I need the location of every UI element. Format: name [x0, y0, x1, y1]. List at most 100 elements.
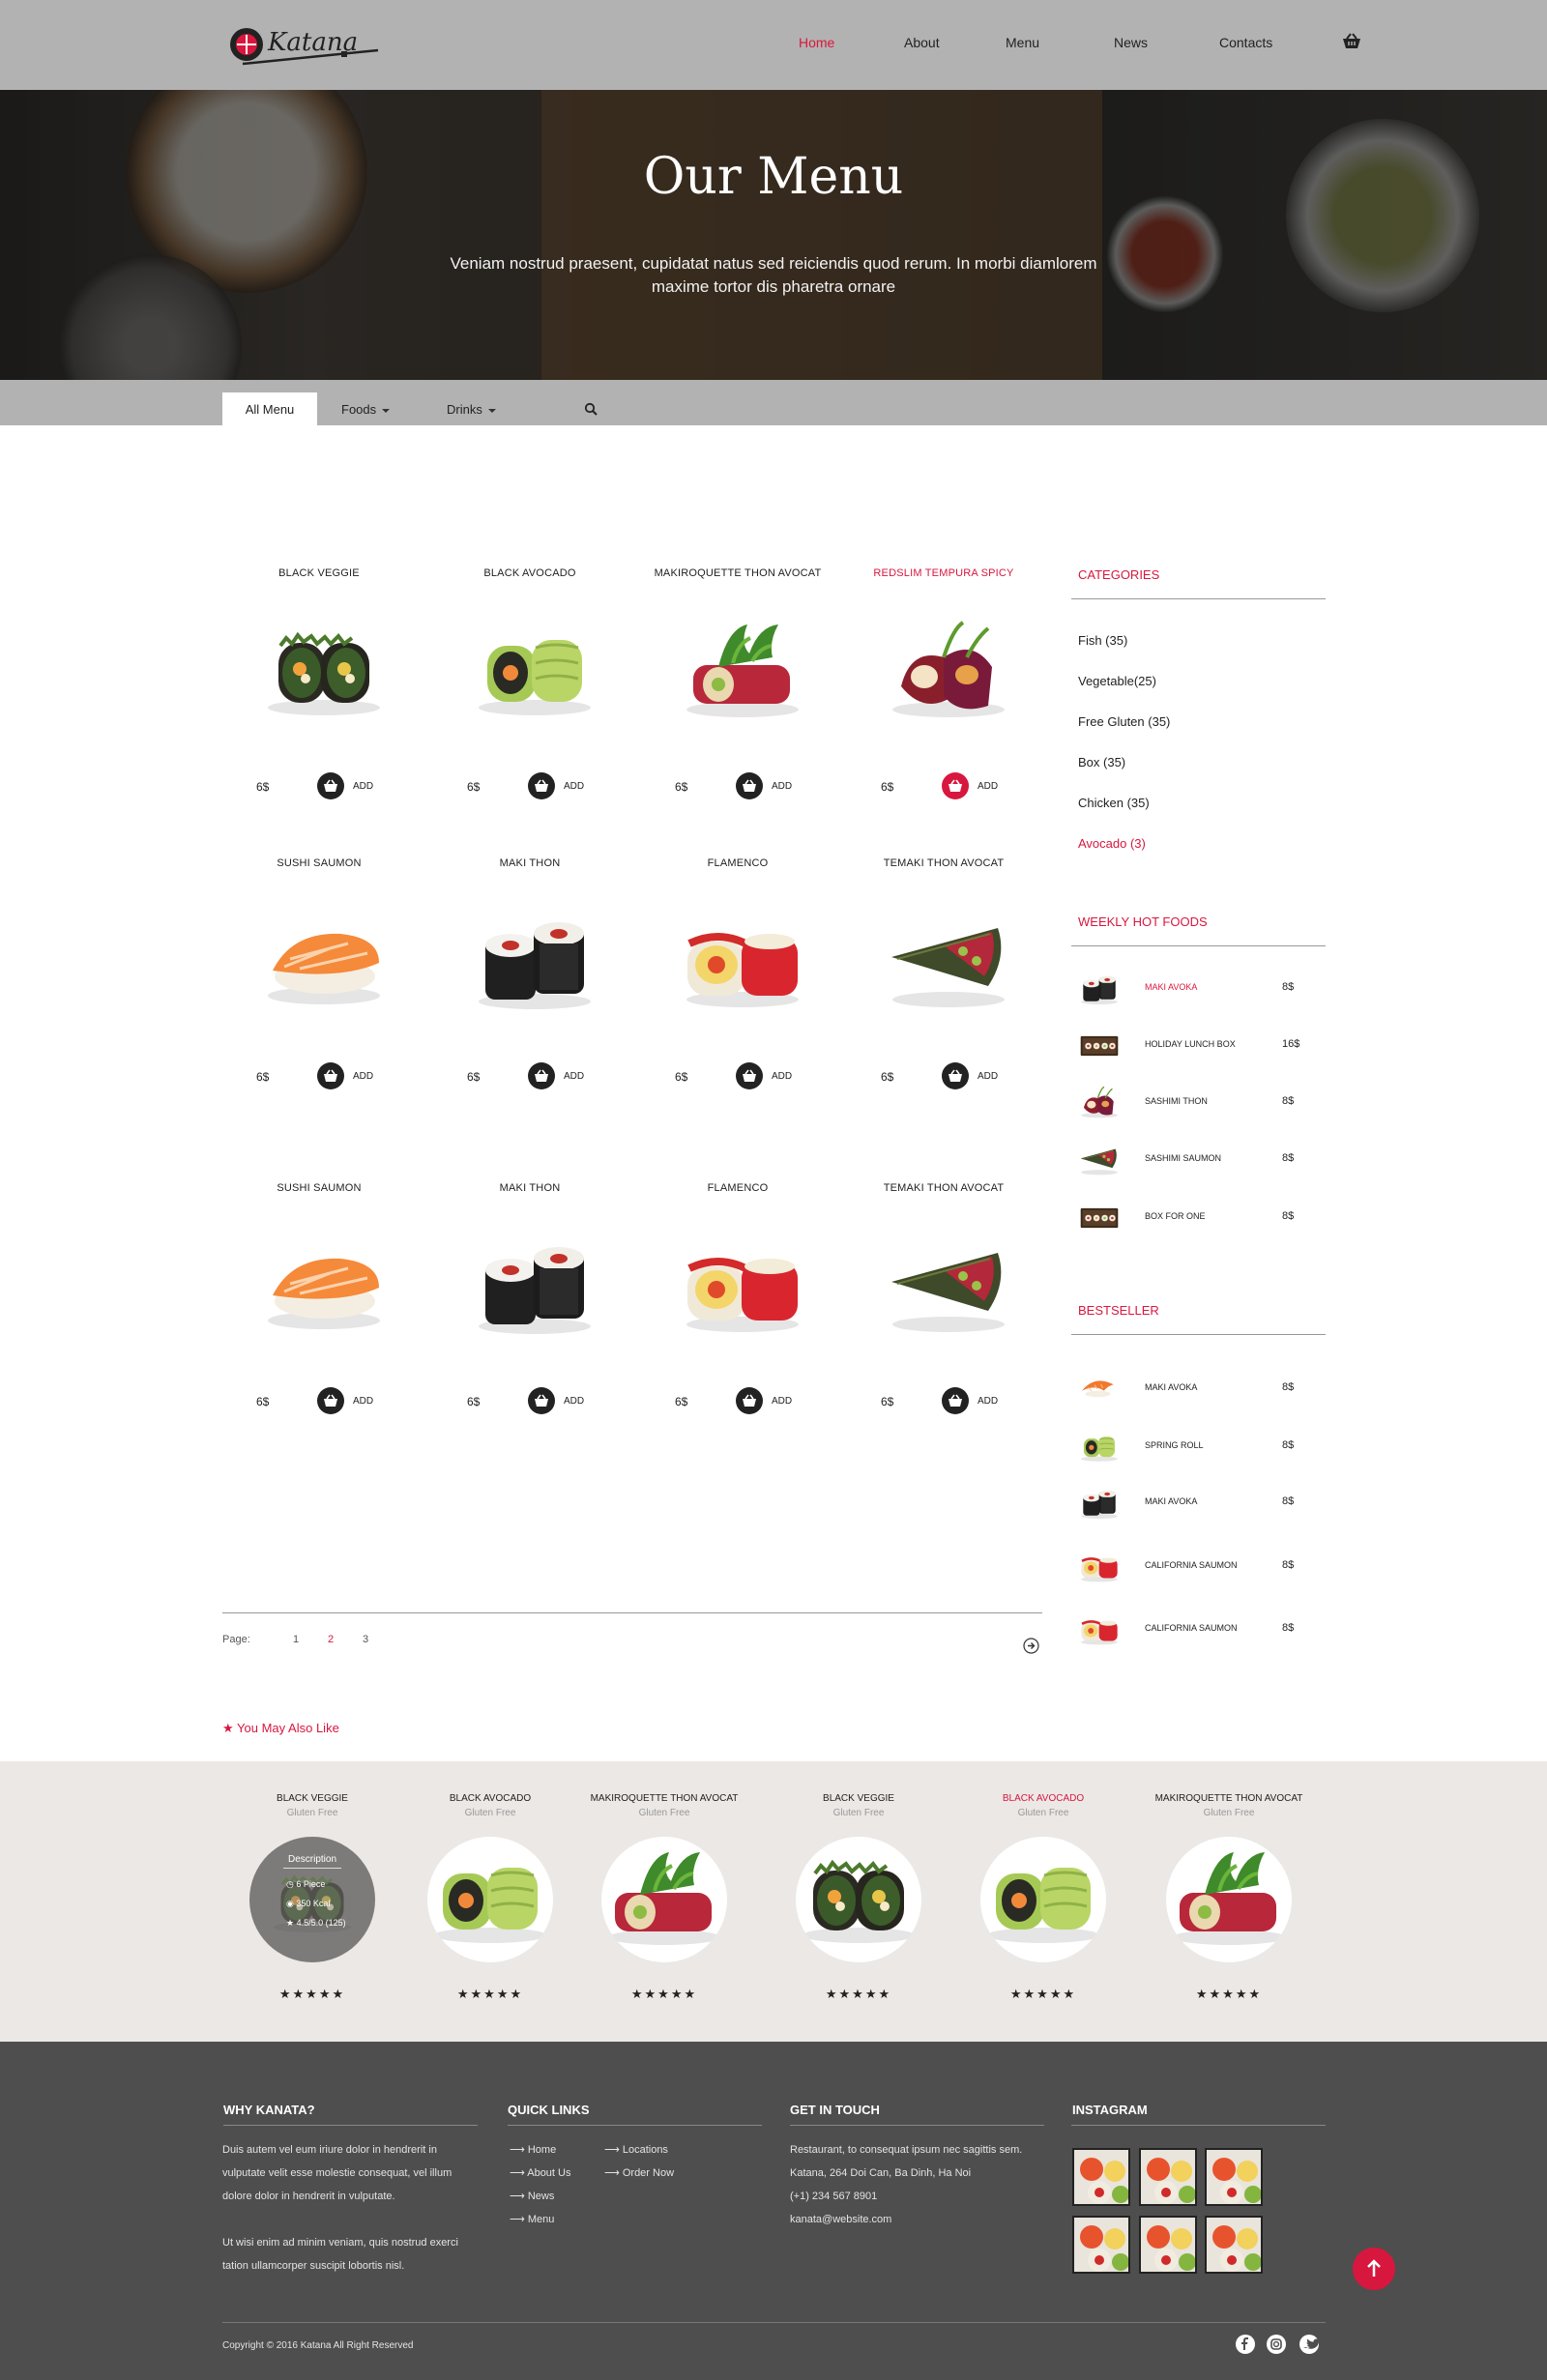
mini-product-thumb[interactable]: [1075, 1143, 1124, 1177]
add-to-cart-button[interactable]: [528, 1387, 555, 1414]
contact-phone[interactable]: (+1) 234 567 8901: [790, 2185, 1080, 2208]
product-image[interactable]: [472, 619, 598, 725]
also-like-name[interactable]: BLACK AVOCADO: [956, 1793, 1130, 1804]
back-to-top-button[interactable]: [1353, 2248, 1395, 2290]
mini-product-thumb[interactable]: [1075, 1612, 1124, 1647]
mini-product-name[interactable]: CALIFORNIA SAUMON: [1145, 1560, 1238, 1570]
product-image[interactable]: [886, 909, 1011, 1015]
instagram-photo[interactable]: [1072, 2216, 1130, 2274]
also-like-item[interactable]: BLACK AVOCADO Gluten Free ★★★★★: [956, 1793, 1130, 2001]
footer-link[interactable]: ⟶ Menu: [510, 2213, 554, 2225]
mini-product-row[interactable]: CALIFORNIA SAUMON 8$: [1073, 1548, 1325, 1586]
mini-product-name[interactable]: HOLIDAY LUNCH BOX: [1145, 1039, 1236, 1049]
add-label[interactable]: ADD: [772, 1396, 792, 1407]
mini-product-thumb[interactable]: [1075, 1086, 1124, 1120]
instagram-photo[interactable]: [1139, 2148, 1197, 2206]
also-like-name[interactable]: MAKIROQUETTE THON AVOCAT: [577, 1793, 751, 1804]
product-image[interactable]: [886, 1234, 1011, 1340]
katana-logo[interactable]: Katana: [225, 21, 390, 70]
product-image[interactable]: [472, 909, 598, 1015]
tab-drinks[interactable]: Drinks: [447, 392, 496, 425]
cart-icon[interactable]: [1342, 32, 1361, 51]
page-2[interactable]: 2: [328, 1634, 334, 1645]
product-name[interactable]: MAKI THON: [433, 857, 627, 869]
product-image[interactable]: [886, 619, 1011, 725]
footer-link[interactable]: ⟶ Order Now: [604, 2166, 674, 2179]
mini-product-row[interactable]: CALIFORNIA SAUMON 8$: [1073, 1611, 1325, 1649]
add-label[interactable]: ADD: [564, 1396, 584, 1407]
add-label[interactable]: ADD: [564, 781, 584, 792]
also-like-item[interactable]: MAKIROQUETTE THON AVOCAT Gluten Free ★★★★★: [577, 1793, 751, 2001]
search-icon[interactable]: [584, 402, 598, 416]
nav-news[interactable]: News: [1114, 35, 1148, 50]
product-name[interactable]: TEMAKI THON AVOCAT: [847, 857, 1040, 869]
mini-product-thumb[interactable]: [1075, 1029, 1124, 1063]
tab-all-menu[interactable]: All Menu: [222, 392, 317, 425]
footer-link[interactable]: ⟶ Home: [510, 2143, 556, 2156]
twitter-icon[interactable]: [1299, 2335, 1320, 2354]
also-like-name[interactable]: BLACK VEGGIE: [225, 1793, 399, 1804]
mini-product-thumb[interactable]: [1075, 1430, 1124, 1465]
nav-about[interactable]: About: [904, 35, 940, 50]
add-to-cart-button[interactable]: [317, 1062, 344, 1089]
mini-product-name[interactable]: SPRING ROLL: [1145, 1440, 1204, 1450]
add-label[interactable]: ADD: [353, 1071, 373, 1082]
product-name[interactable]: SUSHI SAUMON: [222, 1182, 416, 1194]
add-to-cart-button[interactable]: [942, 1062, 969, 1089]
category-link[interactable]: Vegetable(25): [1078, 674, 1156, 688]
add-to-cart-button[interactable]: [528, 1062, 555, 1089]
tab-foods[interactable]: Foods: [341, 392, 391, 425]
mini-product-name[interactable]: MAKI AVOKA: [1145, 982, 1197, 992]
also-like-image[interactable]: [980, 1837, 1106, 1962]
mini-product-row[interactable]: HOLIDAY LUNCH BOX 16$: [1073, 1027, 1325, 1065]
footer-link[interactable]: ⟶ Locations: [604, 2143, 668, 2156]
mini-product-thumb[interactable]: [1075, 1550, 1124, 1584]
product-name[interactable]: BLACK VEGGIE: [222, 567, 416, 579]
product-image[interactable]: [261, 909, 387, 1015]
category-link[interactable]: Free Gluten (35): [1078, 714, 1170, 729]
product-name[interactable]: MAKI THON: [433, 1182, 627, 1194]
mini-product-name[interactable]: CALIFORNIA SAUMON: [1145, 1623, 1238, 1633]
product-image[interactable]: [472, 1234, 598, 1340]
nav-menu[interactable]: Menu: [1006, 35, 1039, 50]
mini-product-name[interactable]: SASHIMI THON: [1145, 1096, 1208, 1106]
product-name[interactable]: BLACK AVOCADO: [433, 567, 627, 579]
mini-product-row[interactable]: SASHIMI THON 8$: [1073, 1084, 1325, 1122]
also-like-image[interactable]: [427, 1837, 553, 1962]
mini-product-thumb[interactable]: [1075, 1201, 1124, 1235]
mini-product-row[interactable]: SPRING ROLL 8$: [1073, 1428, 1325, 1466]
mini-product-row[interactable]: SASHIMI SAUMON 8$: [1073, 1141, 1325, 1179]
mini-product-thumb[interactable]: [1075, 1486, 1124, 1521]
mini-product-row[interactable]: MAKI AVOKA 8$: [1073, 1370, 1325, 1408]
mini-product-name[interactable]: SASHIMI SAUMON: [1145, 1153, 1221, 1163]
mini-product-row[interactable]: BOX FOR ONE 8$: [1073, 1199, 1325, 1237]
also-like-name[interactable]: BLACK VEGGIE: [772, 1793, 946, 1804]
mini-product-thumb[interactable]: [1075, 972, 1124, 1006]
page-1[interactable]: 1: [293, 1634, 299, 1645]
also-like-name[interactable]: BLACK AVOCADO: [403, 1793, 577, 1804]
next-page-icon[interactable]: [1023, 1638, 1039, 1654]
add-label[interactable]: ADD: [978, 1071, 998, 1082]
also-like-image[interactable]: [1166, 1837, 1292, 1962]
nav-home[interactable]: Home: [799, 35, 834, 50]
facebook-icon[interactable]: [1236, 2335, 1255, 2354]
add-to-cart-button[interactable]: [736, 1387, 763, 1414]
also-like-image[interactable]: Description ◷ 6 Piece ◉ 350 Kcal ★ 4.5/5.0 …: [249, 1837, 375, 1962]
also-like-item[interactable]: BLACK VEGGIE Gluten Free ★★★★★: [772, 1793, 946, 2001]
product-name[interactable]: MAKIROQUETTE THON AVOCAT: [641, 567, 834, 579]
footer-link[interactable]: ⟶ News: [510, 2190, 554, 2202]
also-like-name[interactable]: MAKIROQUETTE THON AVOCAT: [1142, 1793, 1316, 1804]
add-label[interactable]: ADD: [978, 1396, 998, 1407]
instagram-photo[interactable]: [1072, 2148, 1130, 2206]
product-name[interactable]: FLAMENCO: [641, 1182, 834, 1194]
category-link[interactable]: Chicken (35): [1078, 796, 1150, 810]
mini-product-row[interactable]: MAKI AVOKA 8$: [1073, 970, 1325, 1008]
add-label[interactable]: ADD: [772, 781, 792, 792]
product-name[interactable]: FLAMENCO: [641, 857, 834, 869]
add-to-cart-button[interactable]: [317, 1387, 344, 1414]
mini-product-thumb[interactable]: [1075, 1372, 1124, 1407]
product-name[interactable]: SUSHI SAUMON: [222, 857, 416, 869]
add-to-cart-button[interactable]: [736, 772, 763, 799]
mini-product-name[interactable]: MAKI AVOKA: [1145, 1382, 1197, 1392]
also-like-item[interactable]: MAKIROQUETTE THON AVOCAT Gluten Free ★★★★★: [1142, 1793, 1316, 2001]
